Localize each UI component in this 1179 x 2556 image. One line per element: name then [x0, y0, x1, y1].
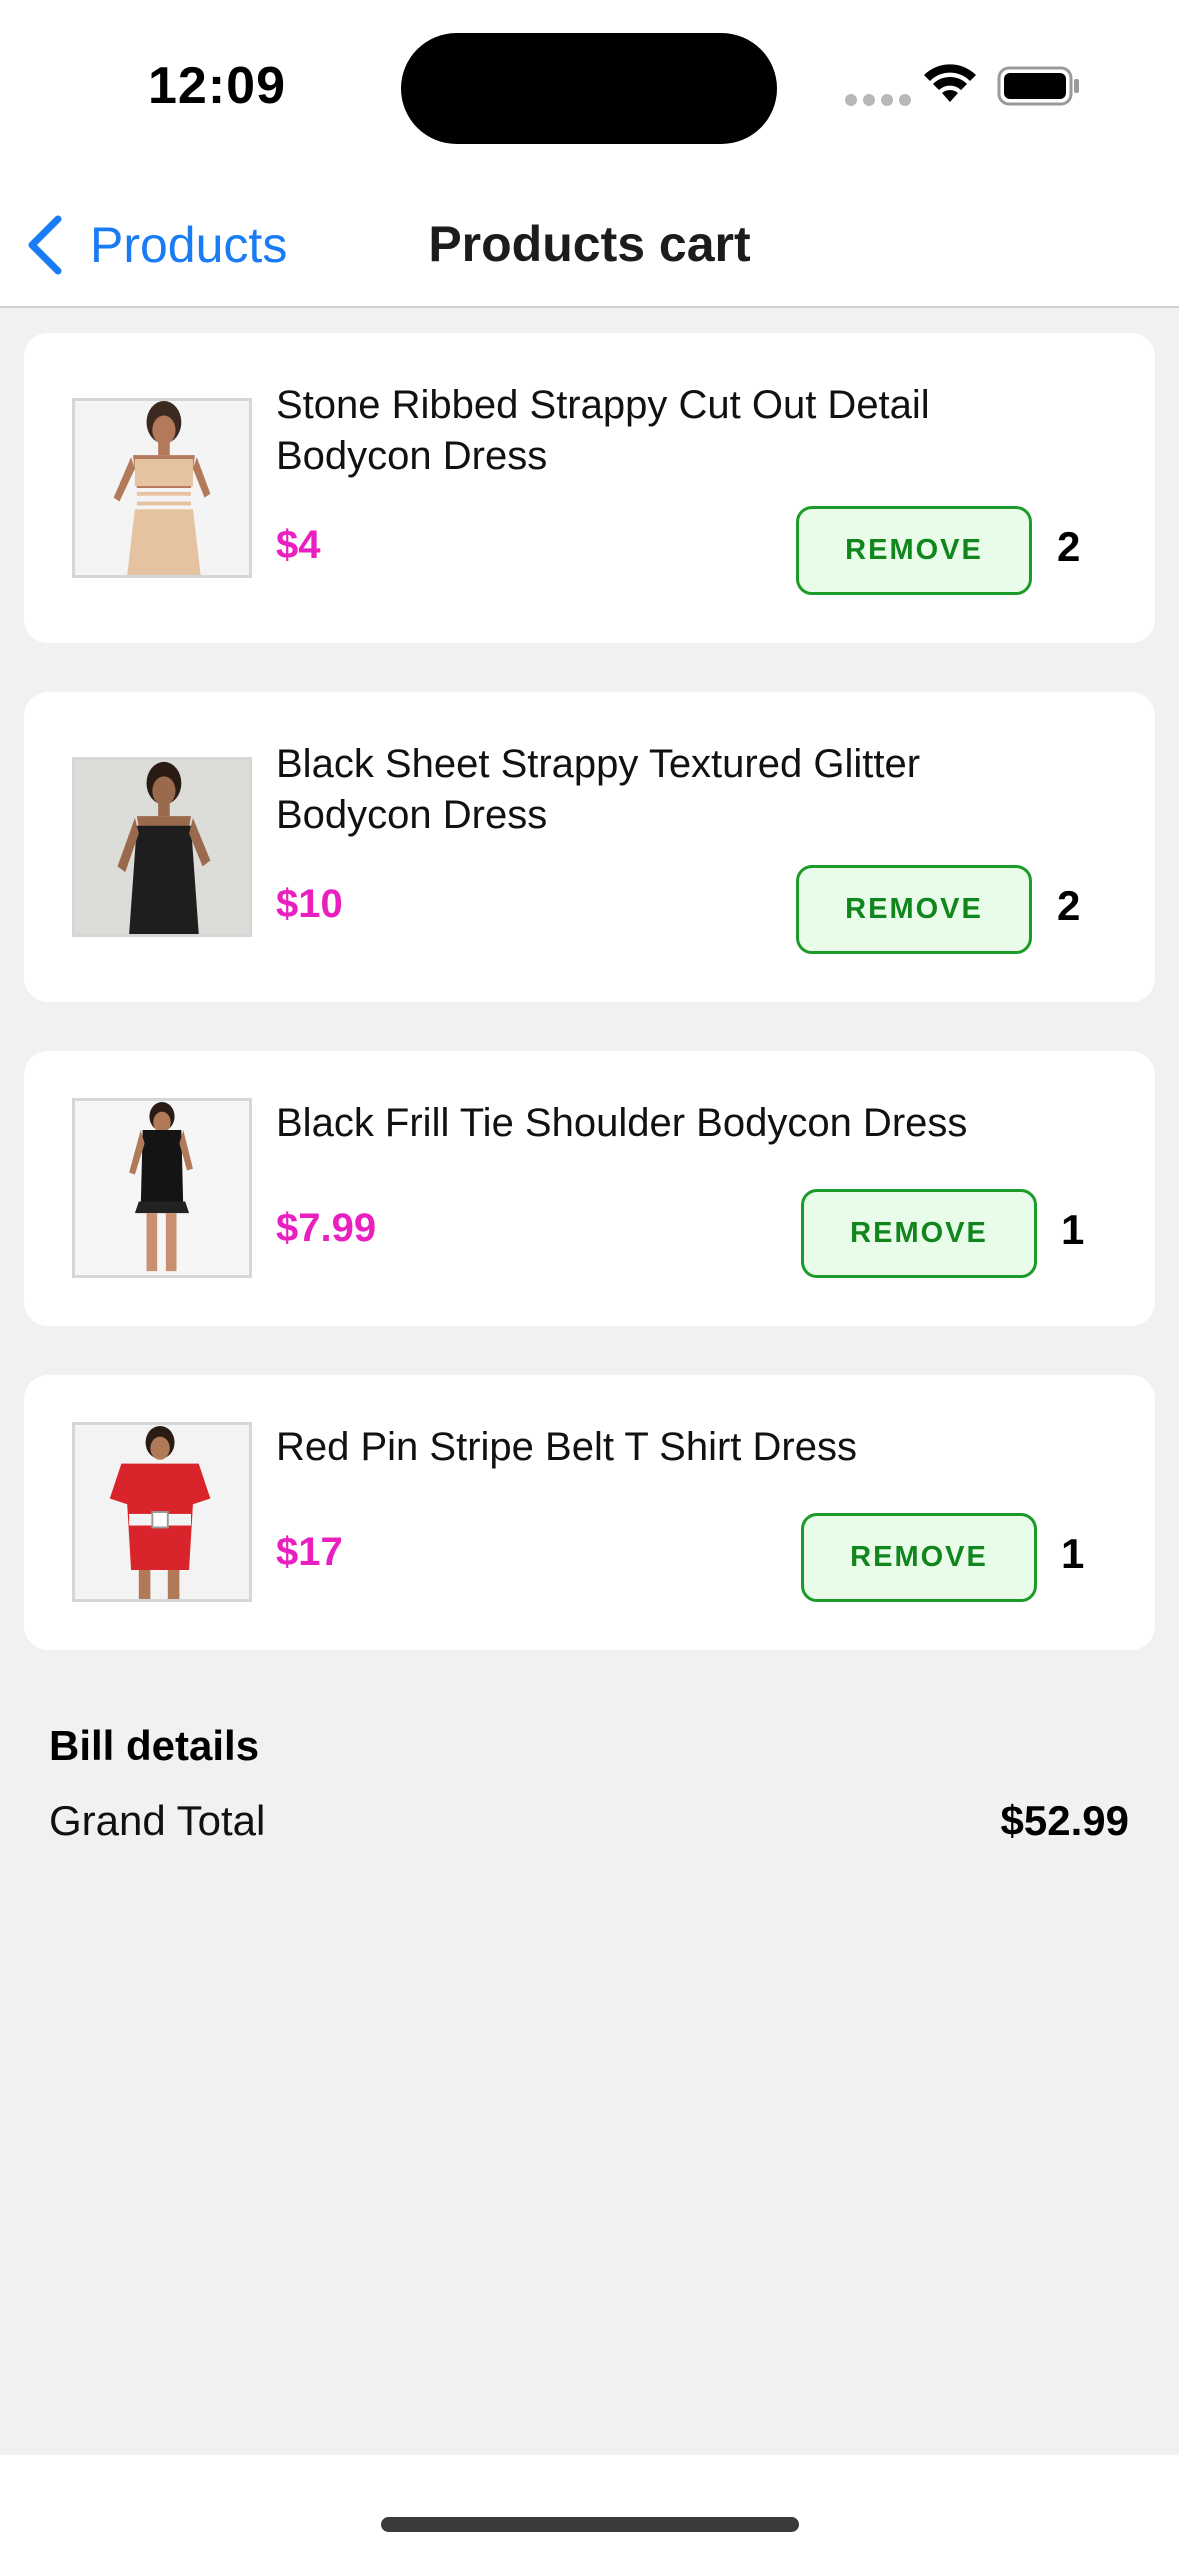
product-name: Black Frill Tie Shoulder Bodycon Dress [276, 1101, 968, 1145]
bill-details-heading: Bill details [49, 1722, 260, 1769]
remove-button[interactable]: REMOVE [801, 1513, 1037, 1602]
dynamic-island [401, 33, 777, 144]
screen: 12:09 Products cart Products Stone Ribbe… [0, 0, 1179, 2556]
product-name: Red Pin Stripe Belt T Shirt Dress [276, 1425, 857, 1469]
grand-total-value: $52.99 [1000, 1797, 1129, 1844]
wifi-icon [924, 64, 976, 102]
status-bar: 12:09 [0, 0, 1179, 175]
quantity-value: 2 [1057, 523, 1081, 570]
product-image [72, 1098, 252, 1278]
bottom-safe-area [0, 2455, 1179, 2556]
signal-dots-icon [845, 94, 911, 106]
back-button-label: Products [90, 217, 288, 273]
cart-item: Black Frill Tie Shoulder Bodycon Dress $… [24, 1051, 1155, 1326]
battery-icon [997, 66, 1079, 106]
product-name: Black Sheet Strappy Textured Glitter Bod… [276, 742, 921, 837]
remove-button[interactable]: REMOVE [796, 506, 1032, 595]
product-price: $7.99 [276, 1206, 377, 1250]
status-time: 12:09 [148, 57, 286, 115]
quantity-value: 2 [1057, 882, 1081, 929]
cart-item: Stone Ribbed Strappy Cut Out Detail Body… [24, 333, 1155, 643]
cart-item: Black Sheet Strappy Textured Glitter Bod… [24, 692, 1155, 1002]
home-indicator[interactable] [381, 2517, 799, 2532]
quantity-value: 1 [1061, 1530, 1085, 1577]
product-image [72, 398, 252, 578]
product-price: $10 [276, 882, 343, 926]
quantity-value: 1 [1061, 1206, 1085, 1253]
product-image [72, 757, 252, 937]
remove-button[interactable]: REMOVE [801, 1189, 1037, 1278]
back-button[interactable]: Products [24, 215, 287, 275]
product-image [72, 1422, 252, 1602]
product-name: Stone Ribbed Strappy Cut Out Detail Body… [276, 383, 930, 478]
cart-item: Red Pin Stripe Belt T Shirt Dress $17 RE… [24, 1375, 1155, 1650]
product-price: $4 [276, 523, 321, 567]
chevron-left-icon [28, 215, 62, 275]
remove-button[interactable]: REMOVE [796, 865, 1032, 954]
grand-total-label: Grand Total [49, 1797, 266, 1844]
navigation-bar: Products cart Products [0, 175, 1179, 308]
product-price: $17 [276, 1530, 343, 1574]
